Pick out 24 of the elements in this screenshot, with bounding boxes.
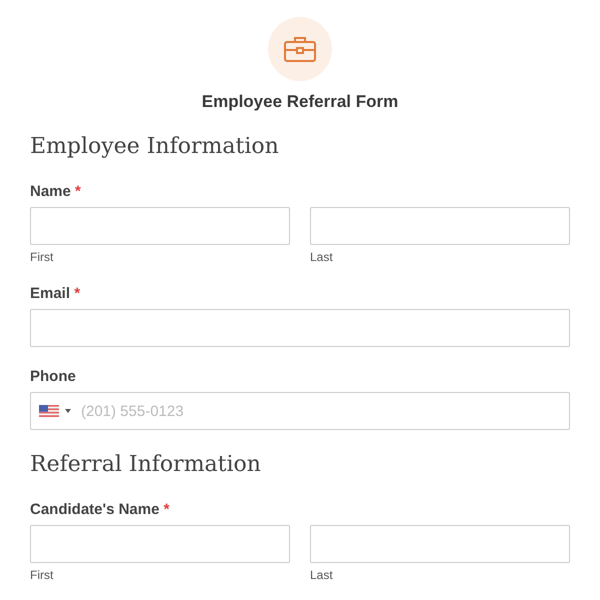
required-mark: *	[164, 501, 170, 518]
section-heading: Employee Information	[30, 133, 280, 161]
field-label: Email *	[30, 285, 82, 303]
field-caption: First	[30, 568, 54, 582]
email-field[interactable]	[30, 309, 570, 347]
caret-icon	[65, 409, 71, 413]
field-caption: First	[30, 250, 54, 264]
field-label: Phone	[30, 368, 77, 386]
text-field[interactable]	[310, 207, 570, 245]
country-dropdown[interactable]	[39, 405, 71, 417]
text-field[interactable]	[30, 525, 290, 563]
field-caption: Last	[310, 568, 334, 582]
required-mark: *	[74, 285, 80, 302]
phone-field[interactable]: (201) 555-0123	[30, 392, 570, 430]
field-label: Name *	[30, 183, 82, 201]
field-label: Candidate's Name *	[30, 501, 170, 519]
section-heading: Referral Information	[30, 451, 262, 479]
flag-icon	[39, 405, 59, 417]
text-field[interactable]	[310, 525, 570, 563]
required-mark: *	[75, 183, 81, 200]
phone-number-input[interactable]: (201) 555-0123	[79, 402, 569, 420]
form-title: Employee Referral Form	[200, 92, 400, 112]
text-field[interactable]	[30, 207, 290, 245]
field-caption: Last	[310, 250, 334, 264]
